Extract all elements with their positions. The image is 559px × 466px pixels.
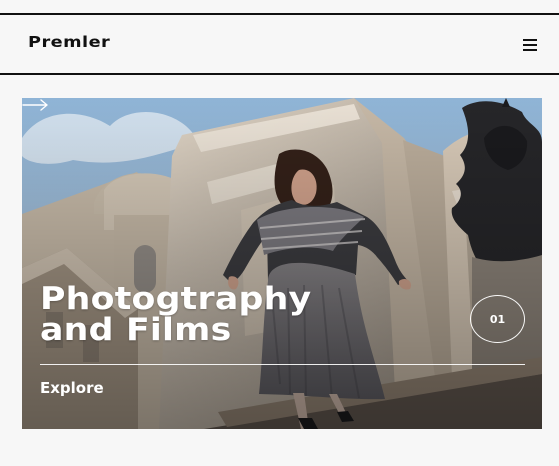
slide-counter[interactable]: 01 xyxy=(470,295,525,343)
hero-title-line-2: and Films xyxy=(40,312,232,348)
hero-title: Photogtraphy and Films xyxy=(40,284,421,346)
hero-image-card: Photogtraphy and Films 01 Explore xyxy=(22,98,542,429)
top-strip xyxy=(0,0,559,15)
menu-line xyxy=(523,44,537,46)
hero-title-line-1: Photogtraphy xyxy=(40,281,312,317)
logo[interactable]: Premler xyxy=(28,33,110,51)
menu-line xyxy=(523,49,537,51)
hamburger-menu-icon[interactable] xyxy=(523,39,537,51)
site-header: Premler xyxy=(0,17,559,75)
hero-divider xyxy=(40,364,525,365)
menu-line xyxy=(523,39,537,41)
right-arrow-icon[interactable] xyxy=(22,98,50,112)
explore-link[interactable]: Explore xyxy=(40,379,104,397)
